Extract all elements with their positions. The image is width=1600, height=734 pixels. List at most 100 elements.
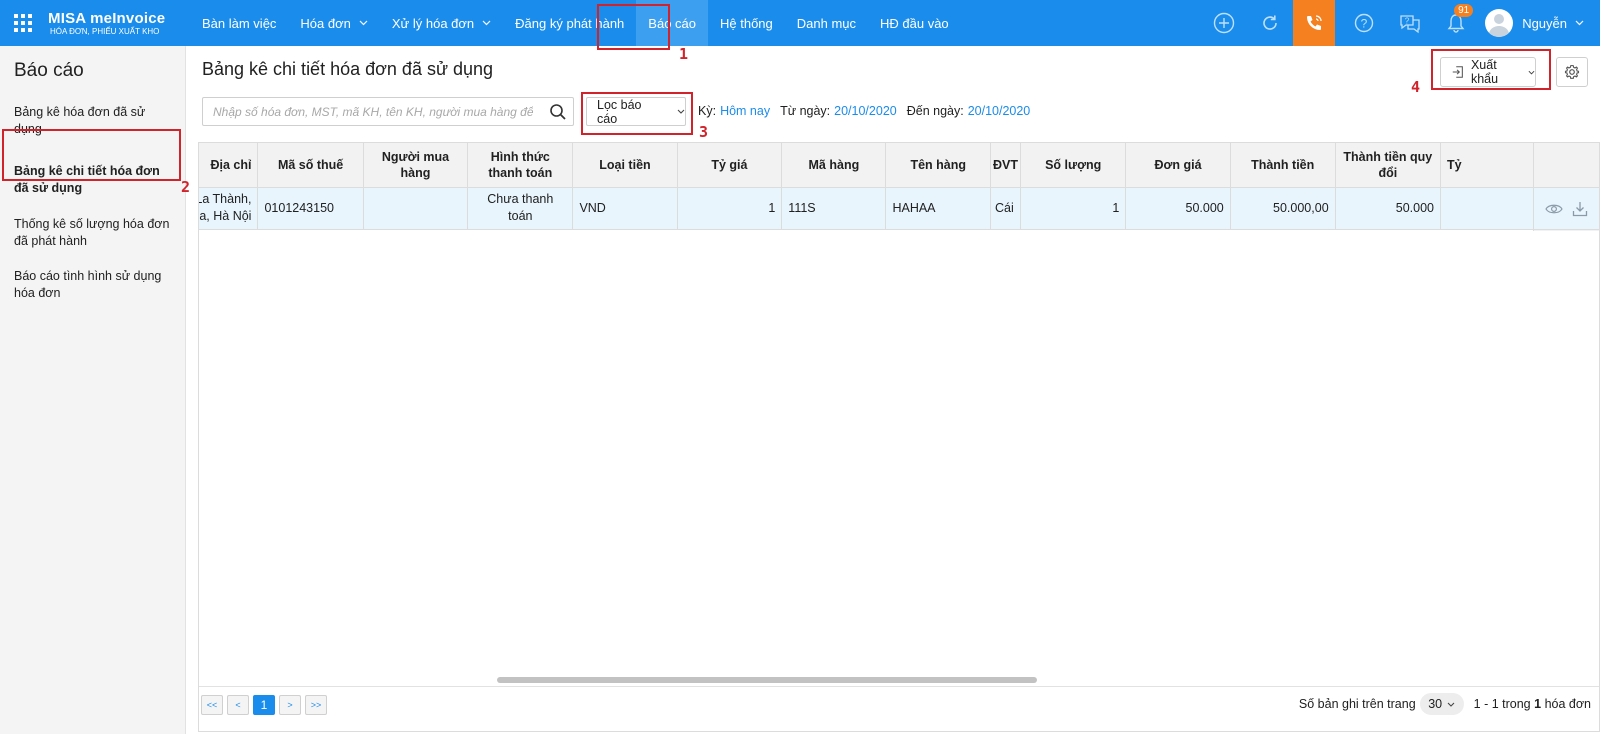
nav-item-hd-dau-vao[interactable]: HĐ đầu vào	[868, 0, 961, 46]
cell-ty-le	[1440, 187, 1539, 230]
notification-button[interactable]: 91	[1433, 0, 1479, 46]
col-header-ten-hang[interactable]: Tên hàng	[885, 143, 991, 188]
settings-button[interactable]	[1556, 57, 1588, 87]
actions-header	[1534, 143, 1599, 188]
annotation-number-3: 3	[699, 123, 709, 141]
phone-icon	[1307, 15, 1322, 30]
svg-text:?: ?	[1361, 17, 1368, 31]
cell-dia-chi: Số 1 Đê La Thành, Đống Đa, Hà Nội	[199, 187, 259, 230]
refresh-button[interactable]	[1247, 0, 1293, 46]
col-header-thanh-tien[interactable]: Thành tiền	[1230, 143, 1336, 188]
rows-per-page-value: 30	[1428, 697, 1443, 711]
sidebar-item-thong-ke[interactable]: Thống kê số lượng hóa đơn đã phát hành	[0, 208, 185, 258]
search-input[interactable]	[203, 98, 533, 125]
table-header-row: Địa chỉ Mã số thuế Người mua hàng Hình t…	[199, 143, 1539, 188]
phone-support-button[interactable]	[1293, 0, 1336, 46]
cell-hinh-thuc-thanh-toan: Chưa thanh toán	[467, 187, 574, 230]
last-page-button[interactable]: >>	[305, 695, 327, 715]
from-date-label: Từ ngày:	[780, 104, 831, 118]
pagination: << < 1 > >>	[201, 695, 331, 715]
horizontal-scrollbar[interactable]	[497, 677, 1037, 683]
col-header-dia-chi[interactable]: Địa chỉ	[199, 143, 259, 188]
eye-icon[interactable]	[1545, 203, 1563, 215]
nav-label: Xử lý hóa đơn	[391, 15, 475, 31]
sidebar-title: Báo cáo	[14, 60, 84, 81]
refresh-icon	[1263, 15, 1277, 30]
cell-ty-gia: 1	[677, 187, 783, 230]
chevron-down-icon	[359, 20, 368, 26]
annotation-number-2: 2	[181, 178, 191, 196]
from-date-value[interactable]: 20/10/2020	[834, 104, 897, 118]
col-header-nguoi-mua-hang[interactable]: Người mua hàng	[363, 143, 469, 188]
svg-text:?: ?	[1405, 17, 1410, 26]
cell-loai-tien: VND	[572, 187, 678, 230]
chat-button[interactable]: ?	[1387, 0, 1433, 46]
col-header-ty-le[interactable]: Tỷ	[1440, 143, 1539, 188]
next-page-button[interactable]: >	[279, 695, 301, 715]
notification-badge: 91	[1454, 4, 1474, 17]
chevron-down-icon	[1575, 20, 1584, 26]
help-button[interactable]: ?	[1341, 0, 1387, 46]
app-grid-icon[interactable]	[14, 14, 32, 32]
col-header-ty-gia[interactable]: Tỷ giá	[677, 143, 783, 188]
period-info: Kỳ: Hôm nay Từ ngày: 20/10/2020 Đến ngày…	[698, 104, 1040, 118]
nav-item-ban-lam-viec[interactable]: Bàn làm việc	[190, 0, 288, 46]
page-1-button[interactable]: 1	[253, 695, 275, 715]
user-menu[interactable]: Nguyễn	[1479, 0, 1600, 46]
annotation-number-1: 1	[679, 45, 689, 63]
sidebar-item-tinh-hinh[interactable]: Báo cáo tình hình sử dụng hóa đơn	[0, 260, 185, 310]
rows-per-page-label: Số bản ghi trên trang	[1298, 697, 1416, 711]
logo-main-text: MISA meInvoice	[48, 10, 166, 27]
avatar	[1485, 9, 1514, 37]
to-date-value[interactable]: 20/10/2020	[968, 104, 1031, 118]
col-header-loai-tien[interactable]: Loại tiền	[572, 143, 678, 188]
cell-thanh-tien: 50.000,00	[1230, 187, 1336, 230]
nav-label: Bàn làm việc	[202, 15, 277, 31]
main-nav: Bàn làm việc Hóa đơn Xử lý hóa đơn Đăng …	[190, 0, 961, 46]
chevron-down-icon	[1447, 702, 1455, 707]
cell-nguoi-mua-hang	[363, 187, 469, 230]
record-summary: 1 - 1 trong 1 hóa đơn	[1474, 697, 1591, 711]
col-header-ma-hang[interactable]: Mã hàng	[781, 143, 887, 188]
nav-label: Hóa đơn	[300, 15, 351, 31]
first-page-button[interactable]: <<	[201, 695, 223, 715]
report-table-container: Địa chỉ Mã số thuế Người mua hàng Hình t…	[198, 142, 1600, 732]
top-bar: MISA meInvoice HÓA ĐƠN, PHIẾU XUẤT KHO B…	[0, 0, 1600, 46]
row-actions	[1534, 188, 1599, 230]
nav-label: HĐ đầu vào	[880, 15, 949, 31]
user-name: Nguyễn	[1522, 15, 1567, 31]
add-button[interactable]	[1201, 0, 1247, 46]
col-header-so-luong[interactable]: Số lượng	[1020, 143, 1127, 188]
period-value[interactable]: Hôm nay	[720, 104, 770, 118]
nav-item-xu-ly-hoa-don[interactable]: Xử lý hóa đơn	[380, 0, 503, 46]
help-icon: ?	[1354, 13, 1374, 33]
cell-dvt: Cái	[990, 187, 1021, 230]
period-label: Kỳ:	[698, 104, 717, 118]
summary-count: 1	[1534, 697, 1542, 711]
nav-item-hoa-don[interactable]: Hóa đơn	[288, 0, 379, 46]
search-icon[interactable]	[549, 103, 567, 121]
to-date-label: Đến ngày:	[906, 104, 964, 118]
col-header-hinh-thuc-thanh-toan[interactable]: Hình thức thanh toán	[467, 143, 574, 188]
cell-ten-hang: HAHAA	[885, 187, 991, 230]
col-header-don-gia[interactable]: Đơn giá	[1125, 143, 1231, 188]
plus-circle-icon	[1213, 12, 1235, 34]
page-title: Bảng kê chi tiết hóa đơn đã sử dụng	[202, 59, 494, 79]
cell-ma-so-thue: 0101243150	[257, 187, 364, 230]
rows-per-page-select[interactable]: 30	[1419, 693, 1464, 715]
table-row[interactable]: Số 1 Đê La Thành, Đống Đa, Hà Nội 010124…	[199, 187, 1539, 230]
nav-item-he-thong[interactable]: Hệ thống	[708, 0, 785, 46]
annotation-box-4	[1431, 49, 1551, 90]
annotation-box-1	[597, 4, 670, 50]
nav-item-danh-muc[interactable]: Danh mục	[785, 0, 868, 46]
annotation-number-4: 4	[1411, 78, 1421, 96]
col-header-dvt[interactable]: ĐVT	[990, 143, 1021, 188]
col-header-ma-so-thue[interactable]: Mã số thuế	[257, 143, 364, 188]
app-logo[interactable]: MISA meInvoice HÓA ĐƠN, PHIẾU XUẤT KHO	[48, 11, 165, 37]
col-header-thanh-tien-quy-doi[interactable]: Thành tiền quy đổi	[1335, 143, 1442, 188]
download-icon[interactable]	[1572, 201, 1588, 217]
gear-icon	[1564, 64, 1580, 79]
chevron-down-icon	[482, 20, 491, 26]
cell-thanh-tien-quy-doi: 50.000	[1335, 187, 1442, 230]
prev-page-button[interactable]: <	[227, 695, 249, 715]
